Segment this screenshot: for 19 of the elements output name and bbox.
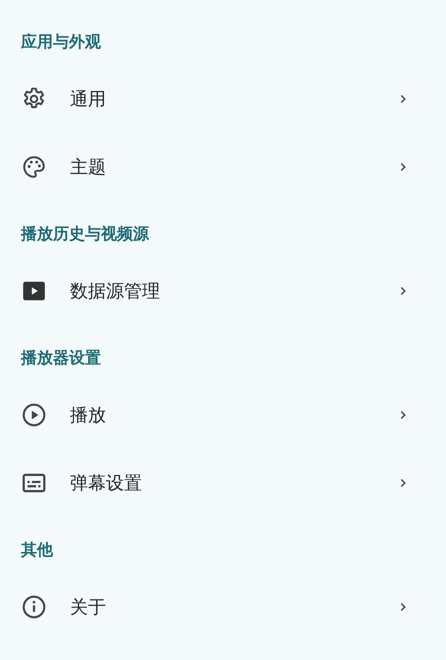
- item-label: 通用: [70, 88, 107, 111]
- section-header: 其他: [21, 539, 53, 561]
- info-icon: [21, 594, 47, 620]
- settings-item[interactable]: 关于: [0, 573, 446, 641]
- section-header: 播放器设置: [21, 347, 101, 369]
- play-icon: [21, 402, 47, 428]
- settings-item[interactable]: 通用: [0, 65, 446, 133]
- section-header: 播放历史与视频源: [21, 223, 149, 245]
- item-label: 数据源管理: [70, 280, 161, 303]
- settings-item[interactable]: 数据源管理: [0, 257, 446, 325]
- item-label: 主题: [70, 156, 107, 179]
- settings-item[interactable]: 播放: [0, 381, 446, 449]
- section-header: 应用与外观: [21, 31, 101, 53]
- settings-item[interactable]: 主题: [0, 133, 446, 201]
- item-label: 播放: [70, 404, 107, 427]
- item-label: 弹幕设置: [70, 472, 143, 495]
- palette-icon: [21, 154, 47, 180]
- item-label: 关于: [70, 596, 107, 619]
- settings-item[interactable]: 弹幕设置: [0, 449, 446, 517]
